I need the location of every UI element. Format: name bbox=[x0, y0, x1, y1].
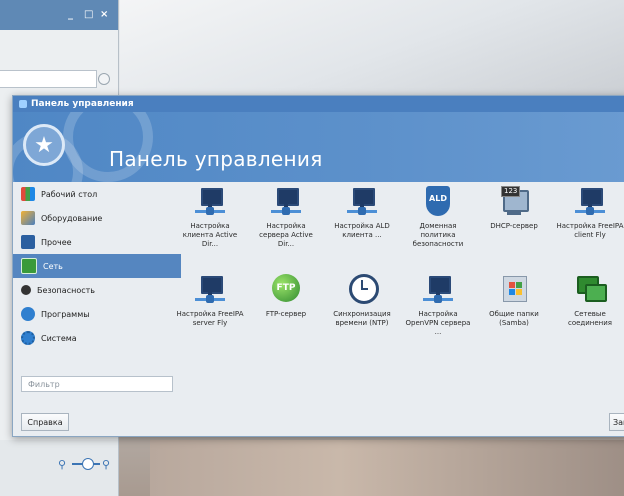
sidebar-item-network[interactable]: Сеть bbox=[13, 254, 181, 278]
background-input[interactable] bbox=[0, 70, 97, 88]
network-monitor-icon bbox=[573, 186, 607, 220]
item-network-connections[interactable]: Сетевые соединения bbox=[555, 274, 624, 328]
zoom-slider-handle[interactable] bbox=[82, 458, 94, 470]
close-icon[interactable]: × bbox=[100, 9, 108, 20]
background-top bbox=[120, 0, 624, 110]
network-monitor-icon bbox=[193, 274, 227, 308]
item-label: Настройка клиента Active Dir... bbox=[182, 222, 238, 248]
item-label: Настройка FreeIPA server Fly bbox=[176, 310, 244, 327]
item-label: Синхронизация времени (NTP) bbox=[333, 310, 391, 327]
system-icon bbox=[21, 331, 35, 345]
app-icon bbox=[19, 100, 27, 108]
network-connections-icon bbox=[573, 274, 607, 308]
security-icon bbox=[21, 285, 31, 295]
banner-title: Панель управления bbox=[109, 147, 323, 171]
network-monitor-icon bbox=[421, 274, 455, 308]
item-label: Общие папки (Samba) bbox=[489, 310, 539, 327]
network-monitor-icon bbox=[345, 186, 379, 220]
dhcp-icon: 123 bbox=[497, 186, 531, 220]
item-label: Настройка FreeIPA client Fly bbox=[556, 222, 624, 239]
sidebar-item-label: Программы bbox=[41, 309, 90, 319]
sidebar-item-security[interactable]: Безопасность bbox=[13, 278, 181, 302]
item-samba[interactable]: Общие папки (Samba) bbox=[479, 274, 549, 328]
item-label: Настройка сервера Active Dir... bbox=[259, 222, 313, 248]
ftp-icon: FTP bbox=[269, 274, 303, 308]
item-domain-policy[interactable]: ALD Доменная политика безопасности bbox=[403, 186, 473, 249]
window-titlebar[interactable]: Панель управления bbox=[13, 96, 624, 112]
item-freeipa-server[interactable]: Настройка FreeIPA server Fly bbox=[175, 274, 245, 328]
star-icon: ★ bbox=[23, 124, 65, 166]
sidebar-item-label: Сеть bbox=[43, 261, 63, 271]
ald-shield-icon: ALD bbox=[421, 186, 455, 220]
item-ad-client[interactable]: Настройка клиента Active Dir... bbox=[175, 186, 245, 249]
sidebar-item-system[interactable]: Система bbox=[13, 326, 181, 350]
background-bottom bbox=[150, 440, 624, 496]
item-label: Сетевые соединения bbox=[567, 310, 613, 327]
banner: ★ Панель управления bbox=[13, 112, 624, 182]
item-ad-server[interactable]: Настройка сервера Active Dir... bbox=[251, 186, 321, 249]
items-grid: Настройка клиента Active Dir... Настройк… bbox=[177, 182, 624, 382]
samba-icon bbox=[497, 274, 531, 308]
other-icon bbox=[21, 235, 35, 249]
item-label: DHCP-сервер bbox=[490, 222, 538, 230]
sidebar-item-label: Система bbox=[41, 333, 77, 343]
network-monitor-icon bbox=[269, 186, 303, 220]
sidebar-item-desktop[interactable]: Рабочий стол bbox=[13, 182, 181, 206]
sidebar-item-hardware[interactable]: Оборудование bbox=[13, 206, 181, 230]
sidebar-item-programs[interactable]: Программы bbox=[13, 302, 181, 326]
item-ftp[interactable]: FTP FTP-сервер bbox=[251, 274, 321, 319]
network-icon bbox=[21, 258, 37, 274]
minimize-icon[interactable]: _ bbox=[68, 9, 73, 20]
background-window-titlebar: _ □ × bbox=[0, 0, 118, 30]
zoom-in-icon[interactable]: ⚲ bbox=[102, 458, 110, 471]
help-button[interactable]: Справка bbox=[21, 413, 69, 431]
item-ntp[interactable]: Синхронизация времени (NTP) bbox=[327, 274, 397, 328]
sidebar-item-label: Безопасность bbox=[37, 285, 95, 295]
clock-icon bbox=[345, 274, 379, 308]
item-freeipa-client[interactable]: Настройка FreeIPA client Fly bbox=[555, 186, 624, 240]
item-label: Настройка OpenVPN сервера ... bbox=[405, 310, 471, 336]
item-dhcp[interactable]: 123 DHCP-сервер bbox=[479, 186, 549, 231]
desktop-icon bbox=[21, 187, 35, 201]
item-label: FTP-сервер bbox=[265, 310, 307, 318]
item-openvpn[interactable]: Настройка OpenVPN сервера ... bbox=[403, 274, 473, 337]
window-title: Панель управления bbox=[31, 99, 134, 109]
clear-icon[interactable] bbox=[98, 73, 110, 85]
hardware-icon bbox=[21, 211, 35, 225]
maximize-icon[interactable]: □ bbox=[84, 9, 93, 20]
control-panel-window: Панель управления ★ Панель управления Ра… bbox=[12, 95, 624, 437]
zoom-out-icon[interactable]: ⚲ bbox=[58, 458, 66, 471]
close-button[interactable]: Закрыть bbox=[609, 413, 624, 431]
network-monitor-icon bbox=[193, 186, 227, 220]
item-ald-client[interactable]: Настройка ALD клиента ... bbox=[327, 186, 397, 240]
item-label: Настройка ALD клиента ... bbox=[334, 222, 390, 239]
category-sidebar: Рабочий стол Оборудование Прочее Сеть Бе… bbox=[13, 182, 181, 382]
sidebar-item-other[interactable]: Прочее bbox=[13, 230, 181, 254]
sidebar-item-label: Прочее bbox=[41, 237, 72, 247]
programs-icon bbox=[21, 307, 35, 321]
item-label: Доменная политика безопасности bbox=[412, 222, 464, 248]
filter-input[interactable]: Фильтр bbox=[21, 376, 173, 392]
sidebar-item-label: Рабочий стол bbox=[41, 189, 98, 199]
sidebar-item-label: Оборудование bbox=[41, 213, 103, 223]
